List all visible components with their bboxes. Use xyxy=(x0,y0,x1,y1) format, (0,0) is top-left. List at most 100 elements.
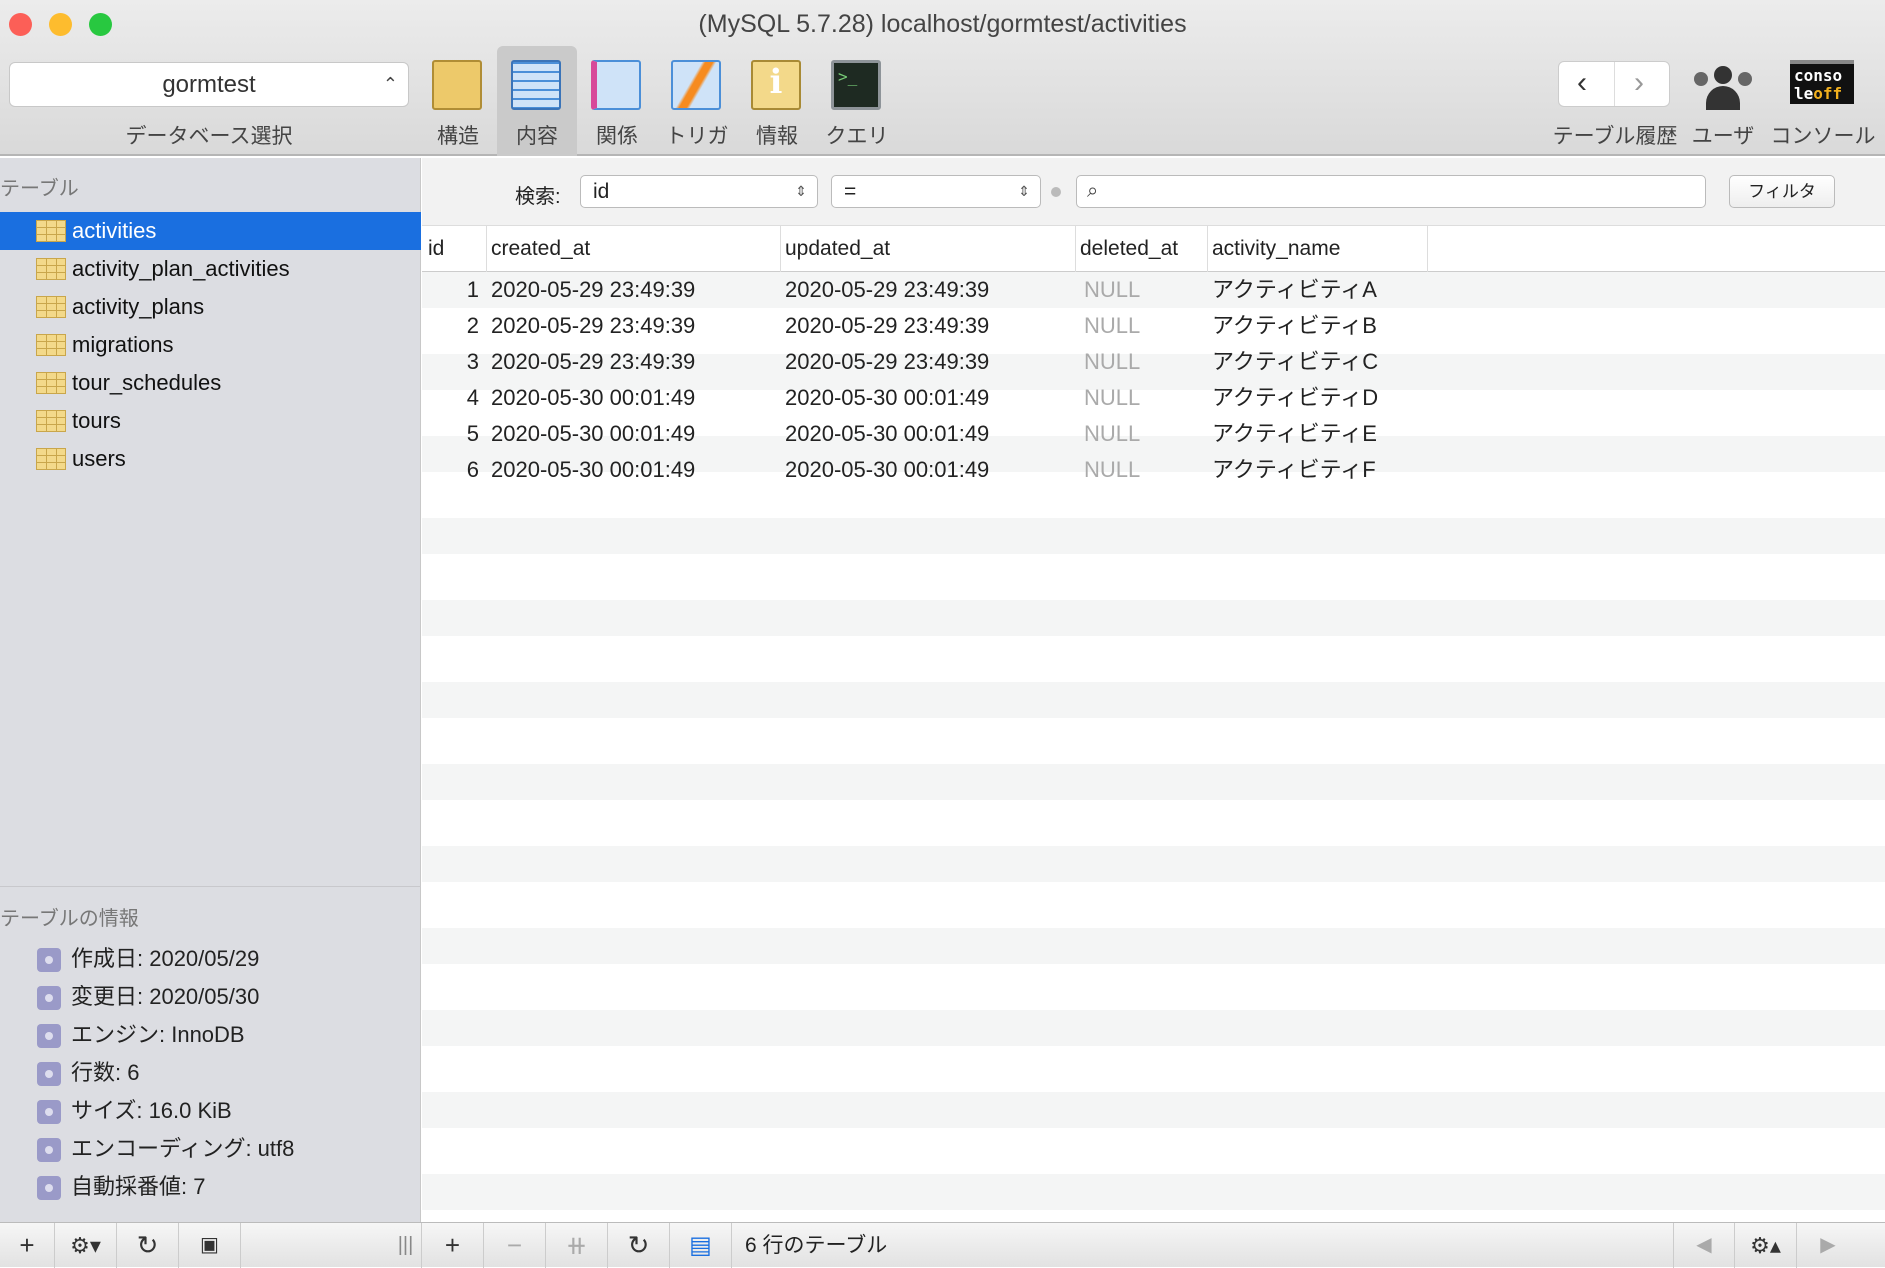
sidebar-table-users[interactable]: users xyxy=(0,440,421,478)
info-bullet-icon xyxy=(37,1100,61,1124)
search-input[interactable]: ⌕ xyxy=(1076,175,1706,208)
info-text: 変更日: 2020/05/30 xyxy=(71,984,260,1009)
sidebar-table-migrations[interactable]: migrations xyxy=(0,326,421,364)
cell-updated_at: 2020-05-29 23:49:39 xyxy=(785,349,990,374)
table-row[interactable]: 5 2020-05-30 00:01:49 2020-05-30 00:01:49 N… xyxy=(422,416,1885,452)
field-select[interactable]: id ⇕ xyxy=(580,175,818,208)
chevron-updown-icon: ⌃ xyxy=(382,74,398,94)
tab-label: 関係 xyxy=(596,125,638,148)
sidebar-table-tour_schedules[interactable]: tour_schedules xyxy=(0,364,421,402)
back-button[interactable]: ‹ xyxy=(1577,62,1587,104)
search-label: 検索: xyxy=(515,186,561,208)
info-bullet-icon xyxy=(37,986,61,1010)
database-name: gormtest xyxy=(162,71,256,98)
cell-id: 3 xyxy=(466,349,479,374)
sidebar-table-tours[interactable]: tours xyxy=(0,402,421,440)
add-row-button[interactable]: + xyxy=(422,1223,484,1268)
remove-row-button[interactable]: − xyxy=(484,1223,546,1268)
pagination-gear-icon[interactable]: ⚙▴ xyxy=(1735,1223,1797,1268)
tab-content[interactable]: 内容 xyxy=(497,46,577,156)
tab-info[interactable]: i 情報 xyxy=(737,46,817,156)
table-row[interactable]: 3 2020-05-29 23:49:39 2020-05-29 23:49:39 N… xyxy=(422,344,1885,380)
table-icon xyxy=(36,258,66,280)
cell-deleted_at: NULL xyxy=(1084,349,1141,374)
relations-icon xyxy=(591,60,641,110)
table-info-item: 作成日: 2020/05/29 xyxy=(0,940,259,978)
cell-activity_name: アクティビティF xyxy=(1212,457,1376,482)
info-text: エンコーディング: utf8 xyxy=(71,1136,295,1161)
column-header-created_at[interactable]: created_at xyxy=(487,226,781,272)
table-info-item: 行数: 6 xyxy=(0,1054,139,1092)
tab-query[interactable]: >_ クエリ xyxy=(817,46,897,156)
filter-button[interactable]: フィルタ xyxy=(1729,175,1835,208)
info-bullet-icon xyxy=(37,1024,61,1048)
cell-id: 2 xyxy=(466,313,479,338)
refresh-icon[interactable]: ↻ xyxy=(117,1223,179,1268)
add-table-button[interactable]: + xyxy=(0,1223,55,1268)
info-text: エンジン: InnoDB xyxy=(71,1022,245,1047)
gear-icon[interactable]: ⚙▾ xyxy=(55,1223,117,1268)
table-info-item: エンコーディング: utf8 xyxy=(0,1130,294,1168)
field-value: id xyxy=(593,180,610,203)
users-icon[interactable] xyxy=(1690,66,1756,112)
table-row[interactable]: 4 2020-05-30 00:01:49 2020-05-30 00:01:49 N… xyxy=(422,380,1885,416)
table-name: tours xyxy=(72,408,121,433)
column-header-updated_at[interactable]: updated_at xyxy=(781,226,1076,272)
tab-label: トリガ xyxy=(665,125,729,148)
window-title: (MySQL 5.7.28) localhost/gormtest/activi… xyxy=(698,10,1187,38)
column-header-deleted_at[interactable]: deleted_at xyxy=(1076,226,1208,272)
duplicate-row-button[interactable]: ⧺ xyxy=(546,1223,608,1268)
operator-select[interactable]: = ⇕ xyxy=(831,175,1041,208)
column-header-id[interactable]: id xyxy=(424,226,487,272)
sidebar-table-activity_plans[interactable]: activity_plans xyxy=(0,288,421,326)
sidebar-table-activities[interactable]: activities xyxy=(0,212,421,250)
tab-label: 内容 xyxy=(516,125,558,148)
cell-deleted_at: NULL xyxy=(1084,457,1141,482)
cell-created_at: 2020-05-30 00:01:49 xyxy=(491,457,696,482)
table-name: users xyxy=(72,446,126,471)
cell-activity_name: アクティビティB xyxy=(1212,313,1377,338)
filter-toggle-icon[interactable]: ▣ xyxy=(179,1223,241,1268)
terminal-icon: >_ xyxy=(831,60,881,110)
triggers-icon xyxy=(671,60,721,110)
info-bullet-icon xyxy=(37,1138,61,1162)
next-page-button[interactable]: ▶ xyxy=(1797,1223,1859,1268)
cell-id: 4 xyxy=(466,385,479,410)
table-row[interactable]: 6 2020-05-30 00:01:49 2020-05-30 00:01:49 N… xyxy=(422,452,1885,488)
table-icon xyxy=(36,220,66,242)
tab-structure[interactable]: 構造 xyxy=(418,46,498,156)
tab-triggers[interactable]: トリガ xyxy=(657,46,737,156)
table-info-icon[interactable]: ▤ xyxy=(670,1223,732,1268)
cell-updated_at: 2020-05-30 00:01:49 xyxy=(785,421,990,446)
info-bullet-icon xyxy=(37,1176,61,1200)
cell-id: 1 xyxy=(466,277,479,302)
previous-page-button[interactable]: ◀ xyxy=(1673,1223,1735,1268)
cell-updated_at: 2020-05-30 00:01:49 xyxy=(785,385,990,410)
table-icon xyxy=(36,296,66,318)
structure-icon xyxy=(432,60,482,110)
cell-updated_at: 2020-05-29 23:49:39 xyxy=(785,277,990,302)
refresh-table-icon[interactable]: ↻ xyxy=(608,1223,670,1268)
cell-activity_name: アクティビティE xyxy=(1212,421,1377,446)
database-select[interactable]: gormtest ⌃ xyxy=(9,62,409,107)
history-label: テーブル履歴 xyxy=(1552,125,1678,148)
table-row[interactable]: 2 2020-05-29 23:49:39 2020-05-29 23:49:39 N… xyxy=(422,308,1885,344)
sidebar-table-activity_plan_activities[interactable]: activity_plan_activities xyxy=(0,250,421,288)
cell-created_at: 2020-05-29 23:49:39 xyxy=(491,313,696,338)
table-icon xyxy=(36,410,66,432)
table-name: tour_schedules xyxy=(72,370,222,395)
table-icon xyxy=(36,372,66,394)
table-info-header: テーブルの情報 xyxy=(0,908,139,930)
table-content: id created_at updated_at deleted_at activity… xyxy=(422,226,1885,1222)
resize-handle[interactable]: ||| xyxy=(390,1223,422,1268)
table-row[interactable]: 1 2020-05-29 23:49:39 2020-05-29 23:49:39 N… xyxy=(422,272,1885,308)
column-header-activity_name[interactable]: activity_name xyxy=(1208,226,1428,272)
forward-button[interactable]: › xyxy=(1634,62,1644,104)
console-icon[interactable]: conso leoff xyxy=(1790,60,1854,104)
cell-id: 6 xyxy=(466,457,479,482)
info-text: 行数: 6 xyxy=(71,1060,140,1085)
cell-updated_at: 2020-05-30 00:01:49 xyxy=(785,457,990,482)
tab-relations[interactable]: 関係 xyxy=(577,46,657,156)
operator-value: = xyxy=(844,180,857,203)
console-label: コンソール xyxy=(1770,125,1876,148)
